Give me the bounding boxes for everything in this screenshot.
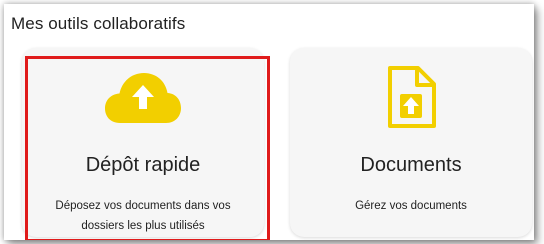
card-title: Dépôt rapide [85, 154, 201, 176]
section-title: Mes outils collaboratifs [11, 14, 186, 33]
card-description: Gérez vos documents [355, 200, 467, 212]
documents-card[interactable]: Documents Gérez vos documents [290, 48, 532, 237]
quick-upload-card[interactable]: Dépôt rapide Déposez vos documents dans … [22, 48, 264, 237]
cloud-upload-icon [105, 73, 181, 123]
collaborative-tools-panel: Mes outils collaboratifs Dépôt rapide Dé… [4, 4, 534, 240]
card-title: Documents [360, 154, 462, 176]
card-description: Déposez vos documents dans vos dossiers … [55, 200, 231, 232]
document-upload-icon [388, 66, 436, 128]
